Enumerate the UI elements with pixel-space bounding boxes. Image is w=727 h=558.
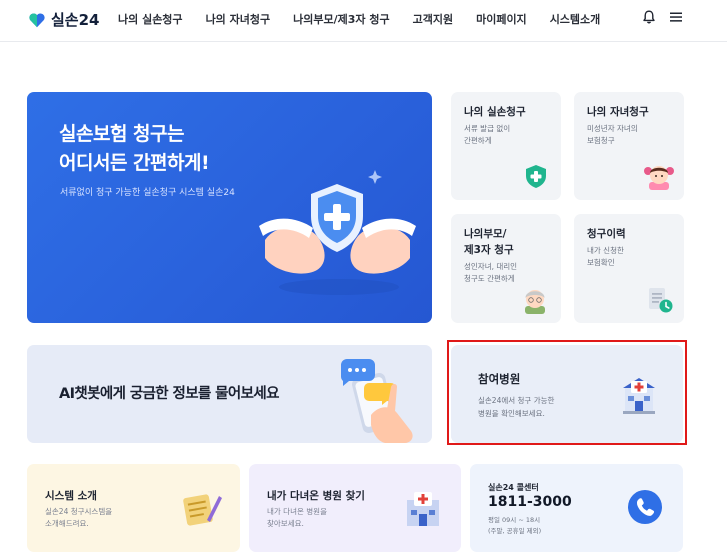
hero-subtitle: 서류없이 청구 가능한 실손청구 시스템 실손24 (60, 188, 235, 198)
card-my-claim[interactable]: 나의 실손청구 서류 발급 없이 간편하게 (451, 92, 561, 200)
card-parent-claim-desc: 성인자녀, 대리인 청구도 간편하게 (464, 261, 517, 285)
hospital-building-icon (623, 378, 655, 414)
main-nav: 나의 실손청구 나의 자녀청구 나의부모/제3자 청구 고객지원 마이페이지 시… (118, 11, 623, 27)
nav-mypage[interactable]: 마이페이지 (476, 11, 527, 27)
card-parent-claim[interactable]: 나의부모/ 제3자 청구 성인자녀, 대리인 청구도 간편하게 (451, 214, 561, 323)
card-claim-history[interactable]: 청구이력 내가 신청한 보험확인 (574, 214, 684, 323)
top-header: 실손24 나의 실손청구 나의 자녀청구 나의부모/제3자 청구 고객지원 마이… (0, 0, 727, 42)
system-intro-desc-line2: 소개해드려요. (45, 519, 89, 528)
call-center-hours: 평일 09시 ~ 18시 (주말, 공휴일 제외) (488, 515, 541, 537)
bell-icon[interactable] (641, 9, 657, 25)
notepad-pencil-icon (183, 494, 222, 526)
card-history-title: 청구이력 (587, 228, 626, 240)
card-find-hospital[interactable]: 내가 다녀온 병원 찾기 내가 다녀온 병원을 찾아보세요. (249, 464, 461, 552)
hospital-desc-line1: 실손24에서 청구 가능한 (478, 396, 555, 405)
card-child-claim-desc-line1: 미성년자 자녀의 (587, 124, 638, 133)
card-parent-claim-title: 나의부모/ 제3자 청구 (464, 226, 514, 258)
card-system-intro[interactable]: 시스템 소개 실손24 청구시스템을 소개해드려요. (27, 464, 240, 552)
menu-icon[interactable] (669, 10, 683, 24)
logo-text: 실손24 (51, 11, 100, 29)
card-my-claim-desc: 서류 발급 없이 간편하게 (464, 123, 510, 147)
header-icons (641, 9, 683, 25)
hero-title-line1: 실손보험 청구는 (59, 123, 184, 145)
card-parent-claim-desc-line2: 청구도 간편하게 (464, 274, 515, 283)
hero-title: 실손보험 청구는 어디서든 간편하게! (59, 120, 210, 178)
child-face-icon (644, 166, 674, 190)
nav-parent-claim[interactable]: 나의부모/제3자 청구 (293, 11, 389, 27)
card-child-claim[interactable]: 나의 자녀청구 미성년자 자녀의 보험청구 (574, 92, 684, 200)
hands-shield-illustration (259, 170, 416, 295)
card-parent-claim-title-line1: 나의부모/ (464, 228, 507, 240)
card-history-desc: 내가 신청한 보험확인 (587, 245, 624, 269)
hero-title-line2: 어디서든 간편하게! (59, 152, 210, 174)
call-center-hours-line1: 평일 09시 ~ 18시 (488, 516, 541, 524)
card-parent-claim-desc-line1: 성인자녀, 대리인 (464, 262, 518, 271)
card-child-claim-desc-line2: 보험청구 (587, 136, 615, 145)
ai-chatbot-text: AI챗봇에게 궁금한 정보를 물어보세요 (59, 386, 279, 402)
card-history-desc-line1: 내가 신청한 (587, 246, 624, 255)
find-hospital-title: 내가 다녀온 병원 찾기 (267, 490, 365, 502)
shield-plus-icon (526, 165, 546, 188)
system-intro-title: 시스템 소개 (45, 490, 97, 502)
hospital-icon (407, 492, 439, 526)
hospital-title: 참여병원 (478, 372, 521, 386)
card-child-claim-desc: 미성년자 자녀의 보험청구 (587, 123, 638, 147)
nav-system-intro[interactable]: 시스템소개 (550, 11, 601, 27)
nav-support[interactable]: 고객지원 (413, 11, 453, 27)
card-parent-claim-title-line2: 제3자 청구 (464, 244, 514, 256)
document-clock-icon (649, 288, 673, 313)
card-call-center[interactable]: 실손24 콜센터 1811-3000 평일 09시 ~ 18시 (주말, 공휴일… (470, 464, 683, 552)
system-intro-desc: 실손24 청구시스템을 소개해드려요. (45, 506, 112, 530)
grandparent-face-icon (525, 290, 545, 314)
card-my-claim-title: 나의 실손청구 (464, 106, 526, 118)
nav-child-claim[interactable]: 나의 자녀청구 (206, 11, 271, 27)
system-intro-desc-line1: 실손24 청구시스템을 (45, 507, 113, 516)
card-history-desc-line2: 보험확인 (587, 258, 615, 267)
call-center-hours-line2: (주말, 공휴일 제외) (488, 527, 542, 535)
chat-phone-icon (340, 359, 413, 443)
call-center-label: 실손24 콜센터 (488, 483, 539, 492)
hero-banner: 실손보험 청구는 어디서든 간편하게! 서류없이 청구 가능한 실손청구 시스템… (27, 92, 432, 323)
hospital-desc: 실손24에서 청구 가능한 병원을 확인해보세요. (478, 394, 554, 420)
site-logo[interactable]: 실손24 (28, 9, 99, 30)
hospital-desc-line2: 병원을 확인해보세요. (478, 409, 545, 418)
find-hospital-desc-line1: 내가 다녀온 병원을 (267, 507, 327, 516)
heart-logo-icon (29, 12, 45, 27)
card-my-claim-desc-line1: 서류 발급 없이 (464, 124, 511, 133)
ai-chatbot-banner[interactable]: AI챗봇에게 궁금한 정보를 물어보세요 (27, 345, 432, 443)
find-hospital-desc-line2: 찾아보세요. (267, 519, 304, 528)
nav-my-claim[interactable]: 나의 실손청구 (118, 11, 183, 27)
phone-icon[interactable] (626, 488, 664, 526)
find-hospital-desc: 내가 다녀온 병원을 찾아보세요. (267, 506, 327, 530)
call-center-phone[interactable]: 1811-3000 (488, 494, 572, 510)
card-my-claim-desc-line2: 간편하게 (464, 136, 492, 145)
card-child-claim-title: 나의 자녀청구 (587, 106, 649, 118)
participating-hospitals-card[interactable]: 참여병원 실손24에서 청구 가능한 병원을 확인해보세요. (451, 345, 683, 443)
